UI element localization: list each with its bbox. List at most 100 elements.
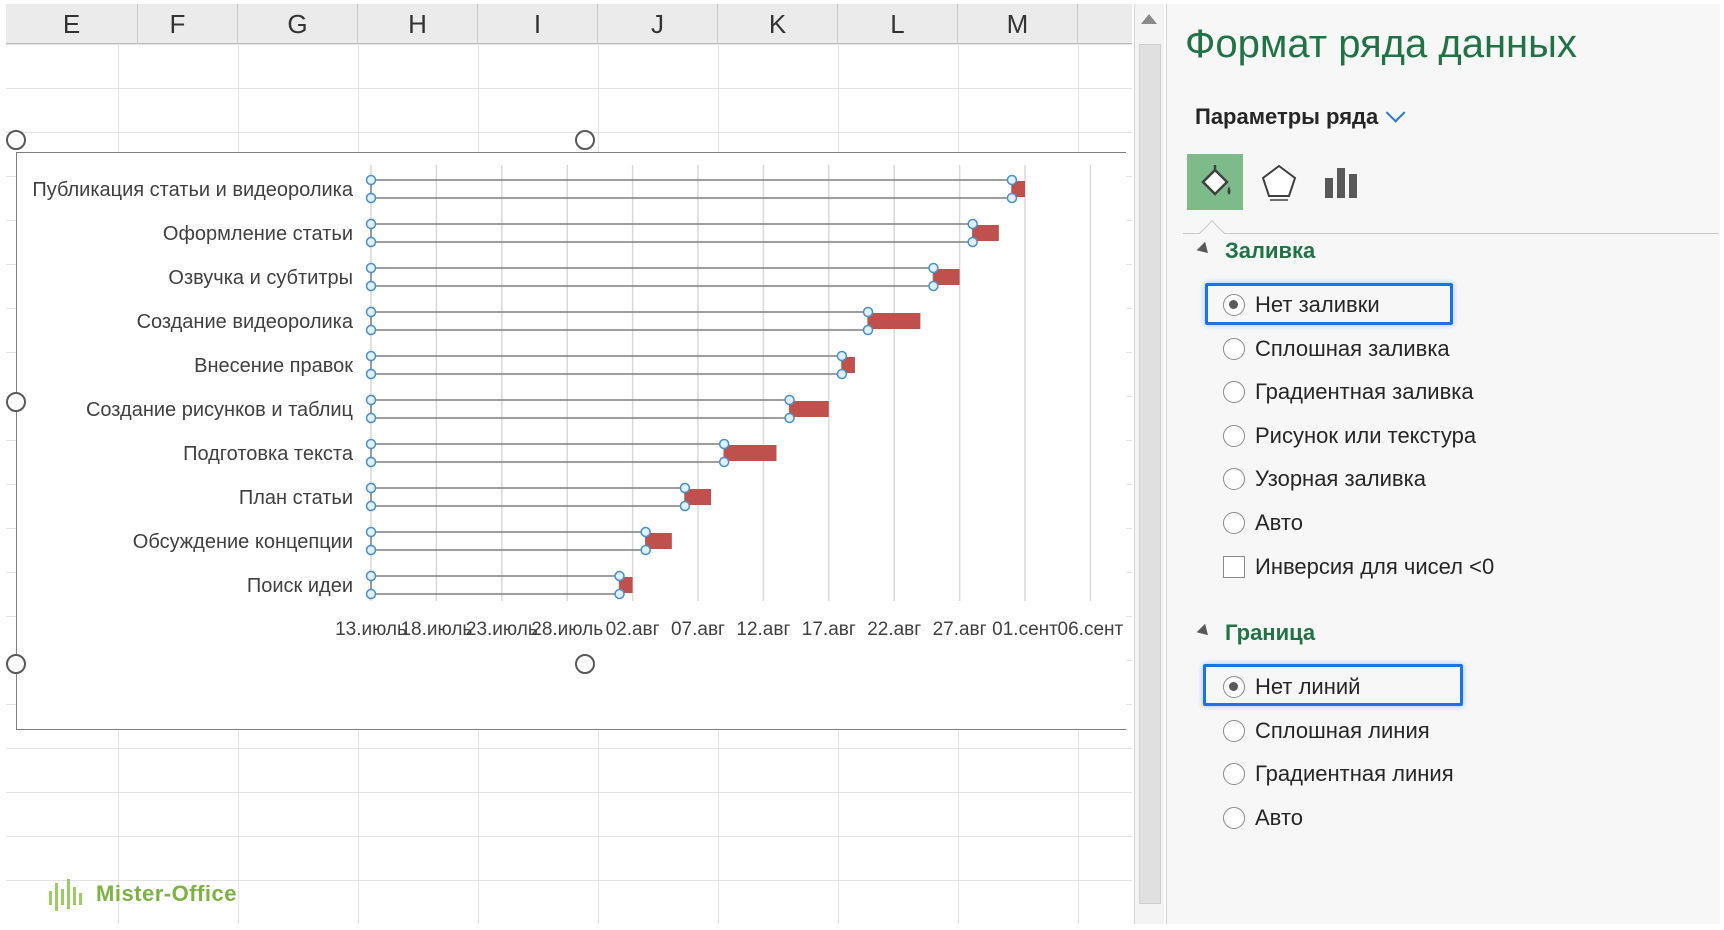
column-header-h[interactable]: H [358, 4, 478, 44]
border-option-solid[interactable]: Сплошная линия [1223, 718, 1430, 744]
fill-option-auto[interactable]: Авто [1223, 510, 1303, 536]
pentagon-icon [1261, 164, 1297, 201]
selection-point [862, 306, 874, 318]
row-gridline [6, 836, 1132, 837]
radio-button[interactable] [1223, 381, 1245, 403]
chevron-down-icon [1385, 102, 1406, 123]
vertical-scrollbar[interactable] [1134, 4, 1164, 924]
x-tick-label: 13.июль [335, 619, 407, 640]
selection-point [365, 570, 377, 582]
selection-point [365, 368, 377, 380]
selection-point [967, 236, 978, 248]
x-tick-label: 12.авг [736, 619, 790, 640]
x-tick-label: 22.авг [867, 619, 921, 640]
fill-option-solid[interactable]: Сплошная заливка [1223, 336, 1450, 362]
fill-option-picture-label: Рисунок или текстура [1255, 423, 1477, 448]
selection-point [1006, 192, 1018, 204]
radio-button[interactable] [1223, 425, 1245, 447]
category-label: Оформление статьи [163, 223, 353, 245]
scrollbar-thumb[interactable] [1139, 44, 1161, 904]
chart-resize-handle-top[interactable] [575, 130, 595, 150]
selection-point [365, 218, 377, 230]
column-header-i[interactable]: I [478, 4, 598, 44]
column-header-k[interactable]: K [718, 4, 838, 44]
chart-resize-handle-top-left[interactable] [6, 130, 26, 150]
fill-section-header[interactable]: Заливка [1196, 238, 1316, 264]
column-header-j[interactable]: J [598, 4, 718, 44]
fill-option-pattern-label: Узорная заливка [1255, 466, 1426, 491]
equalizer-icon [49, 879, 82, 911]
fill-option-pattern[interactable]: Узорная заливка [1223, 466, 1426, 492]
x-tick-label: 23.июль [466, 619, 538, 640]
duration-bar [724, 445, 777, 461]
series-options-dropdown[interactable]: Параметры ряда [1195, 102, 1406, 130]
tab-series-options[interactable] [1313, 154, 1369, 210]
radio-button[interactable] [1223, 338, 1245, 360]
duration-bar [868, 313, 921, 329]
category-label: Создание видеоролика [137, 311, 354, 333]
selection-point [614, 588, 625, 600]
selection-point [679, 500, 691, 512]
collapse-triangle-icon [1196, 241, 1213, 258]
row-gridline [6, 88, 1132, 89]
border-option-solid-label: Сплошная линия [1255, 718, 1430, 743]
column-header-l[interactable]: L [838, 4, 958, 44]
radio-button[interactable] [1223, 807, 1245, 829]
selection-point [365, 412, 377, 424]
radio-button[interactable] [1223, 512, 1245, 534]
border-option-gradient[interactable]: Градиентная линия [1223, 761, 1454, 787]
border-section-label: Граница [1225, 620, 1316, 645]
column-header-row: E F G H I J K L M [6, 4, 1132, 44]
fill-option-picture[interactable]: Рисунок или текстура [1223, 423, 1476, 449]
selection-point [365, 350, 377, 362]
selection-point [365, 394, 377, 406]
fill-section-label: Заливка [1225, 238, 1316, 263]
selection-point [365, 544, 377, 556]
invert-if-negative-option[interactable]: Инверсия для чисел <0 [1223, 554, 1494, 580]
checkbox[interactable] [1223, 556, 1245, 578]
selection-point [718, 438, 730, 450]
selection-point [614, 570, 625, 582]
pane-title: Формат ряда данных [1185, 22, 1577, 66]
radio-button[interactable] [1223, 468, 1245, 490]
selection-point [365, 262, 377, 274]
selection-point [784, 412, 795, 424]
scroll-up-arrow-icon[interactable] [1141, 14, 1157, 24]
category-label: Публикация статьи и видеоролика [32, 179, 354, 201]
category-label: План статьи [239, 487, 353, 509]
selection-point [928, 262, 939, 274]
radio-button[interactable] [1223, 720, 1245, 742]
mister-office-logo: Mister-Office [48, 876, 237, 912]
fill-option-auto-label: Авто [1255, 510, 1303, 535]
paint-bucket-icon [1201, 165, 1231, 196]
selection-point [365, 306, 377, 318]
chart-resize-handle-bottom-left[interactable] [6, 654, 26, 674]
x-tick-label: 28.июль [531, 619, 603, 640]
column-header-g[interactable]: G [238, 4, 358, 44]
selection-point [365, 456, 377, 468]
selection-point [836, 350, 848, 362]
border-section-header[interactable]: Граница [1196, 620, 1316, 646]
radio-button[interactable] [1223, 763, 1245, 785]
gantt-chart[interactable]: 13.июль 18.июль 23.июль 28.июль 02.авг 07.авг… [16, 152, 1126, 730]
selection-point [967, 218, 978, 230]
tab-fill-and-line[interactable] [1187, 154, 1243, 210]
chart-resize-handle-bottom[interactable] [575, 654, 595, 674]
row-gridline [6, 132, 1132, 133]
border-option-auto[interactable]: Авто [1223, 805, 1303, 831]
chart-resize-handle-left[interactable] [6, 392, 26, 412]
column-header-f[interactable]: F [118, 4, 238, 44]
highlight-box-border [1203, 664, 1463, 706]
selection-point [640, 544, 651, 556]
selection-point [365, 526, 377, 538]
fill-option-gradient[interactable]: Градиентная заливка [1223, 379, 1474, 405]
selection-point [365, 588, 377, 600]
selection-point [679, 482, 691, 494]
column-header-m[interactable]: M [958, 4, 1078, 44]
selection-point [365, 280, 377, 292]
tab-effects[interactable] [1251, 154, 1307, 210]
invert-if-negative-label: Инверсия для чисел <0 [1255, 554, 1495, 579]
duration-bar [789, 401, 829, 417]
series-options-label: Параметры ряда [1195, 104, 1379, 129]
selection-point [640, 526, 651, 538]
